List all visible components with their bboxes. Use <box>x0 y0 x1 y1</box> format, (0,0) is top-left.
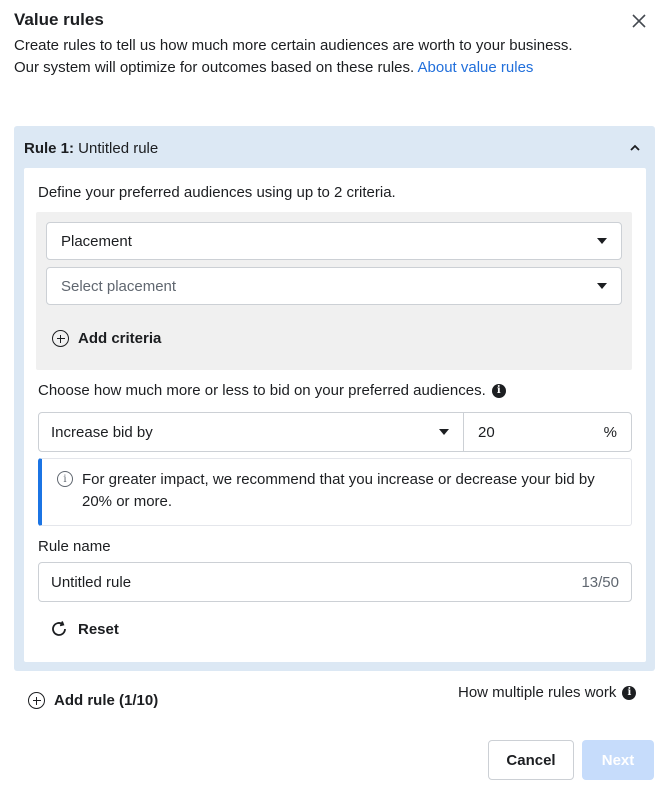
criteria-box: Placement Select placement Add criteria <box>36 212 632 370</box>
info-icon: i <box>57 471 73 487</box>
collapse-button[interactable] <box>626 139 644 157</box>
add-criteria-label: Add criteria <box>78 330 162 347</box>
chevron-up-icon[interactable] <box>629 144 641 152</box>
character-counter: 13/50 <box>581 573 619 591</box>
reset-button[interactable]: Reset <box>50 620 119 638</box>
caret-down-icon <box>439 429 449 435</box>
caret-down-icon <box>597 283 607 289</box>
rule-name-label: Rule name <box>38 538 111 555</box>
add-rule-label: Add rule (1/10) <box>54 692 159 709</box>
dialog-description: Create rules to tell us how much more ce… <box>14 35 594 79</box>
bid-row: Increase bid by 20 % <box>38 412 632 452</box>
caret-down-icon <box>597 238 607 244</box>
add-rule-button[interactable]: Add rule (1/10) <box>28 692 158 709</box>
close-button[interactable] <box>628 10 650 32</box>
placement-placeholder: Select placement <box>61 277 177 295</box>
close-icon[interactable] <box>632 14 646 28</box>
dialog-title: Value rules <box>14 10 104 29</box>
reset-label: Reset <box>78 620 119 638</box>
bid-amount-value: 20 <box>478 423 495 441</box>
how-rules-label: How multiple rules work <box>458 684 617 701</box>
bid-unit: % <box>603 423 617 441</box>
notice-text: For greater impact, we recommend that yo… <box>82 471 595 510</box>
plus-circle-icon <box>52 330 69 347</box>
info-icon[interactable]: i <box>491 383 506 398</box>
rule-body: Define your preferred audiences using up… <box>24 168 646 662</box>
rule-card: Rule 1: Untitled rule Define your prefer… <box>14 126 655 671</box>
info-icon: i <box>622 685 637 700</box>
how-multiple-rules-link[interactable]: How multiple rules work i <box>458 684 637 701</box>
recommendation-notice: i For greater impact, we recommend that … <box>38 458 632 526</box>
bid-direction-value: Increase bid by <box>51 423 153 441</box>
rule-header[interactable]: Rule 1: Untitled rule <box>24 140 158 157</box>
next-button[interactable]: Next <box>582 740 654 780</box>
choose-bid-label: Choose how much more or less to bid on y… <box>38 382 486 399</box>
bid-amount-input[interactable]: 20 % <box>464 413 631 451</box>
criteria-type-value: Placement <box>61 232 132 250</box>
rule-header-name: Untitled rule <box>74 140 159 157</box>
define-audiences-text: Define your preferred audiences using up… <box>38 184 396 201</box>
bid-direction-select[interactable]: Increase bid by <box>39 413 464 451</box>
rule-name-value: Untitled rule <box>51 573 132 591</box>
refresh-icon <box>52 621 66 636</box>
choose-bid-text: Choose how much more or less to bid on y… <box>38 382 506 399</box>
add-criteria-button[interactable]: Add criteria <box>52 330 161 347</box>
rule-name-input[interactable]: Untitled rule 13/50 <box>38 562 632 602</box>
plus-circle-icon <box>28 692 45 709</box>
cancel-button[interactable]: Cancel <box>488 740 574 780</box>
criteria-type-select[interactable]: Placement <box>46 222 622 260</box>
rule-number: Rule 1: <box>24 140 75 157</box>
placement-select[interactable]: Select placement <box>46 267 622 305</box>
about-value-rules-link[interactable]: About value rules <box>418 59 534 76</box>
